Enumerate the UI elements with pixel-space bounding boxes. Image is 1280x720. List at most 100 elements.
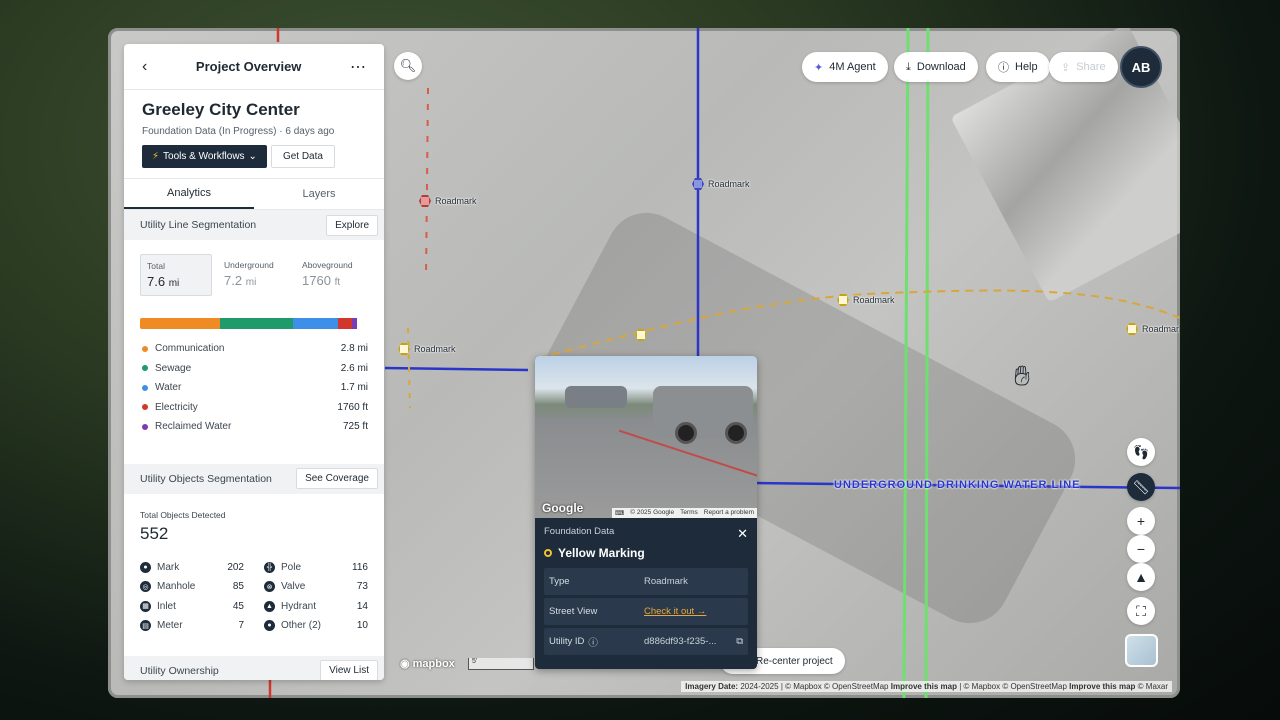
legend-item: Reclaimed Water 725 ft bbox=[124, 417, 384, 437]
mapbox-logo: ◉ mapbox bbox=[400, 657, 455, 671]
street-view-image[interactable]: Google ⌨ © 2025 Google Terms Report a pr… bbox=[535, 356, 757, 518]
map-attribution: Imagery Date: 2024-2025 | © Mapbox © Ope… bbox=[681, 681, 1172, 692]
download-button[interactable]: ⤓ Download bbox=[894, 52, 978, 82]
zoom-out-button[interactable]: − bbox=[1127, 535, 1155, 563]
bar-segment-reclaimed-water bbox=[352, 318, 357, 329]
panel-title: Project Overview bbox=[195, 59, 302, 74]
object-item: ● Other (2) 10 bbox=[264, 616, 368, 636]
legend-dot-icon bbox=[142, 404, 148, 411]
map-label-roadmark[interactable]: Roadmark bbox=[419, 195, 477, 207]
street-view-car bbox=[565, 386, 627, 408]
selected-roadmark-marker[interactable] bbox=[635, 329, 647, 341]
roadmark-marker-icon bbox=[837, 294, 849, 306]
roadmark-marker-icon bbox=[398, 343, 410, 355]
object-item: ▦ Inlet 45 bbox=[140, 597, 244, 617]
popup-body: Foundation Data ✕ Yellow Marking Type Ro… bbox=[535, 518, 757, 666]
legend-dot-icon bbox=[142, 384, 148, 391]
popup-row-utility-id: Utility ID ⓘ d886df93-f235-... ⧉ bbox=[544, 628, 748, 655]
panel-header: ‹ Project Overview ⋯ bbox=[124, 44, 384, 90]
roadmark-marker-icon bbox=[419, 195, 431, 207]
line-legend: Communication 2.8 mi Sewage 2.6 mi Water 1.… bbox=[124, 339, 384, 437]
legend-item: Water 1.7 mi bbox=[124, 378, 384, 398]
object-item: ▤ Meter 7 bbox=[140, 616, 244, 636]
improve-map-link[interactable]: Improve this map bbox=[1069, 682, 1135, 691]
water-line-label: UNDERGROUND DRINKING WATER LINE bbox=[834, 479, 1081, 491]
stat-underground[interactable]: Underground 7.2 mi bbox=[218, 254, 290, 296]
map-label-roadmark[interactable]: Roadmark bbox=[398, 343, 456, 355]
tab-analytics[interactable]: Analytics bbox=[124, 179, 254, 209]
more-icon[interactable]: ⋯ bbox=[350, 57, 366, 77]
zoom-in-button[interactable]: + bbox=[1127, 507, 1155, 535]
pole-icon: ╬ bbox=[264, 561, 275, 573]
measure-button[interactable]: 📏︎ bbox=[1127, 473, 1155, 501]
street-view-wheel bbox=[725, 422, 747, 444]
legend-item: Communication 2.8 mi bbox=[124, 339, 384, 359]
view-list-button[interactable]: View List bbox=[320, 660, 378, 680]
fullscreen-button[interactable]: ⛶ bbox=[1127, 597, 1155, 625]
map-label-roadmark[interactable]: Roadmark bbox=[692, 178, 750, 190]
minus-icon: − bbox=[1136, 541, 1146, 557]
legend-dot-icon bbox=[142, 423, 148, 430]
map-label-roadmark[interactable]: Roadmark bbox=[1126, 323, 1180, 335]
plus-icon: + bbox=[1136, 513, 1146, 529]
back-icon[interactable]: ‹ bbox=[142, 58, 147, 76]
feature-popup: Google ⌨ © 2025 Google Terms Report a pr… bbox=[535, 356, 757, 669]
roadmark-marker-icon bbox=[635, 329, 647, 341]
help-button[interactable]: ⓘ Help bbox=[986, 52, 1050, 82]
manhole-icon: ◎ bbox=[140, 581, 151, 593]
popup-subtitle: Foundation Data ✕ bbox=[544, 526, 748, 542]
chevron-down-icon: ⌄ bbox=[248, 151, 257, 162]
help-icon: ⓘ bbox=[998, 62, 1009, 74]
bar-segment-electricity bbox=[338, 318, 353, 329]
street-view-wheel bbox=[675, 422, 697, 444]
legend-item: Electricity 1760 ft bbox=[124, 398, 384, 418]
project-info: Greeley City Center Foundation Data (In … bbox=[124, 90, 384, 178]
check-it-out-link[interactable]: Check it out → bbox=[644, 606, 743, 617]
stat-aboveground[interactable]: Aboveground 1760 ft bbox=[296, 254, 368, 296]
google-logo: Google bbox=[542, 501, 584, 515]
stat-total[interactable]: Total 7.6 mi bbox=[140, 254, 213, 296]
inlet-icon: ▦ bbox=[140, 600, 151, 612]
street-view-button[interactable]: 👣︎ bbox=[1127, 438, 1155, 466]
info-icon[interactable]: ⓘ bbox=[588, 635, 598, 649]
avatar[interactable]: AB bbox=[1120, 46, 1162, 88]
explore-button[interactable]: Explore bbox=[326, 214, 378, 236]
see-coverage-button[interactable]: See Coverage bbox=[296, 468, 378, 489]
sparkle-icon: ✦ bbox=[814, 61, 824, 74]
map-label-roadmark[interactable]: Roadmark bbox=[837, 294, 895, 306]
marking-ring-icon bbox=[544, 549, 552, 557]
legend-dot-icon bbox=[142, 365, 148, 372]
get-data-button[interactable]: Get Data bbox=[270, 145, 335, 168]
panel-tabs: Analytics Layers bbox=[124, 178, 384, 210]
roadmark-marker-icon bbox=[692, 178, 704, 190]
improve-map-link[interactable]: Improve this map bbox=[891, 682, 957, 691]
tab-layers[interactable]: Layers bbox=[254, 179, 384, 209]
popup-row-type: Type Roadmark bbox=[544, 568, 748, 595]
share-button[interactable]: ⇪ Share bbox=[1049, 52, 1118, 82]
valve-icon: ⊗ bbox=[264, 581, 275, 593]
compass-button[interactable]: ▲ bbox=[1127, 563, 1155, 591]
basemap-toggle[interactable] bbox=[1125, 634, 1158, 667]
utility-line-section-header: Utility Line Segmentation Explore bbox=[124, 210, 384, 240]
bar-segment-water bbox=[292, 318, 339, 329]
keyboard-icon: ⌨ bbox=[614, 510, 625, 517]
footsteps-icon: 👣︎ bbox=[1132, 443, 1150, 460]
object-item: ◎ Manhole 85 bbox=[140, 577, 244, 597]
hand-cursor-icon: ✋︎ bbox=[1014, 360, 1030, 391]
ruler-icon: 📏︎ bbox=[1132, 478, 1150, 495]
popup-row-street-view: Street View Check it out → bbox=[544, 598, 748, 625]
compass-icon: ▲ bbox=[1134, 569, 1148, 585]
copy-icon[interactable]: ⧉ bbox=[736, 636, 743, 647]
share-icon: ⇪ bbox=[1061, 61, 1071, 74]
tools-workflows-button[interactable]: ⚡︎ Tools & Workflows ⌄ bbox=[142, 145, 267, 168]
close-icon[interactable]: ✕ bbox=[737, 526, 748, 542]
street-view-footer: ⌨ © 2025 Google Terms Report a problem bbox=[611, 508, 757, 518]
popup-title: Yellow Marking bbox=[544, 546, 748, 560]
object-item: ▲ Hydrant 14 bbox=[264, 597, 368, 617]
agent-button[interactable]: ✦ 4M Agent bbox=[802, 52, 888, 82]
objects-grid: ● Mark 202 ╬ Pole 116 ◎ Manhole 85 ⊗ Valve 73 ▦ I… bbox=[124, 558, 384, 636]
app-window: Roadmark Roadmark Roadmark Roadmark Road… bbox=[108, 28, 1180, 698]
search-button[interactable]: 🔍︎ bbox=[394, 52, 422, 80]
report-problem-link[interactable]: Report a problem bbox=[704, 509, 754, 517]
terms-link[interactable]: Terms bbox=[680, 509, 698, 517]
